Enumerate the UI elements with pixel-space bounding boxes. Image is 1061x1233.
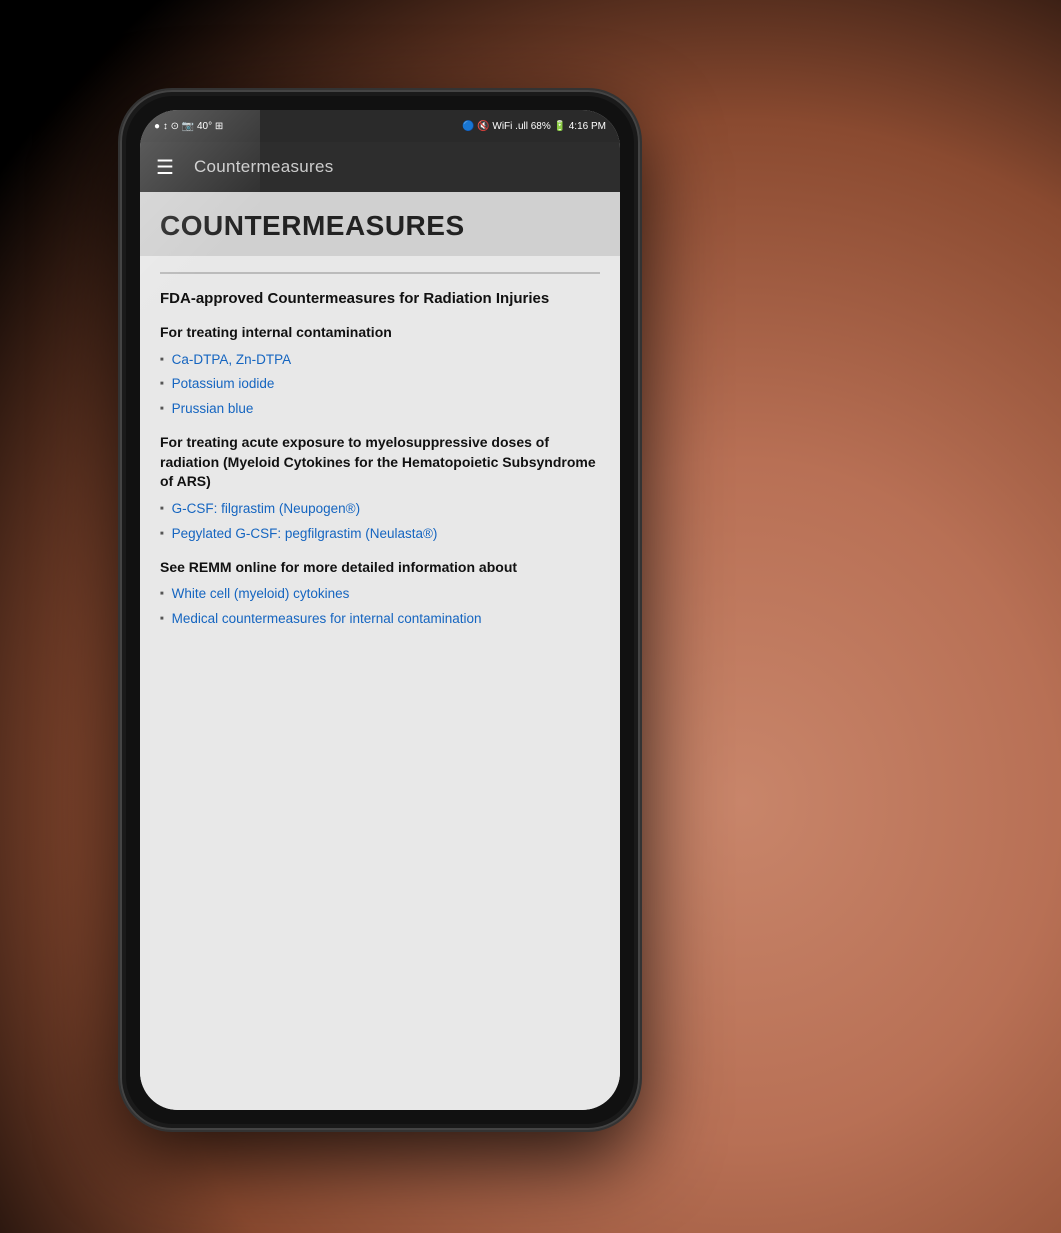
phone-inner: ● ↕ ⊙ 📷 40° ⊞ 🔵 🔇 WiFi .ull 68% 🔋 4:16 P… [126,96,634,1124]
myelosuppressive-title: For treating acute exposure to myelosupp… [160,433,600,492]
pegylated-gcsf-link[interactable]: Pegylated G-CSF: pegfilgrastim (Neulasta… [172,525,438,544]
scene: ● ↕ ⊙ 📷 40° ⊞ 🔵 🔇 WiFi .ull 68% 🔋 4:16 P… [0,0,1061,1233]
status-bar: ● ↕ ⊙ 📷 40° ⊞ 🔵 🔇 WiFi .ull 68% 🔋 4:16 P… [140,110,620,142]
list-item: Prussian blue [160,400,600,419]
list-item: White cell (myeloid) cytokines [160,585,600,604]
ca-dtpa-link[interactable]: Ca-DTPA, Zn-DTPA [172,351,292,370]
page-header: COUNTERMEASURES [140,192,620,256]
app-bar: ☰ Countermeasures [140,142,620,192]
header-divider [160,272,600,274]
prussian-blue-link[interactable]: Prussian blue [172,400,254,419]
page-title: COUNTERMEASURES [160,210,600,242]
status-left: ● ↕ ⊙ 📷 40° ⊞ [154,121,223,132]
internal-contamination-title: For treating internal contamination [160,323,600,343]
potassium-iodide-link[interactable]: Potassium iodide [172,375,275,394]
app-bar-title: Countermeasures [194,157,334,177]
content-area: FDA-approved Countermeasures for Radiati… [140,256,620,1110]
status-right: 🔵 🔇 WiFi .ull 68% 🔋 4:16 PM [462,121,606,132]
medical-countermeasures-link[interactable]: Medical countermeasures for internal con… [172,610,482,629]
list-item: G-CSF: filgrastim (Neupogen®) [160,500,600,519]
status-icons: ● ↕ ⊙ 📷 40° ⊞ [154,121,223,132]
gcsf-link[interactable]: G-CSF: filgrastim (Neupogen®) [172,500,361,519]
phone-screen: ● ↕ ⊙ 📷 40° ⊞ 🔵 🔇 WiFi .ull 68% 🔋 4:16 P… [140,110,620,1110]
cytokines-list: G-CSF: filgrastim (Neupogen®) Pegylated … [160,500,600,544]
fda-section-title: FDA-approved Countermeasures for Radiati… [160,288,600,309]
list-item: Ca-DTPA, Zn-DTPA [160,351,600,370]
list-item: Pegylated G-CSF: pegfilgrastim (Neulasta… [160,525,600,544]
list-item: Potassium iodide [160,375,600,394]
remm-list: White cell (myeloid) cytokines Medical c… [160,585,600,629]
hamburger-menu-icon[interactable]: ☰ [156,155,174,180]
status-right-text: 🔵 🔇 WiFi .ull 68% 🔋 4:16 PM [462,121,606,132]
white-cell-link[interactable]: White cell (myeloid) cytokines [172,585,350,604]
remm-section-title: See REMM online for more detailed inform… [160,558,600,578]
internal-contamination-list: Ca-DTPA, Zn-DTPA Potassium iodide Prussi… [160,351,600,420]
phone-device: ● ↕ ⊙ 📷 40° ⊞ 🔵 🔇 WiFi .ull 68% 🔋 4:16 P… [120,90,640,1130]
list-item: Medical countermeasures for internal con… [160,610,600,629]
